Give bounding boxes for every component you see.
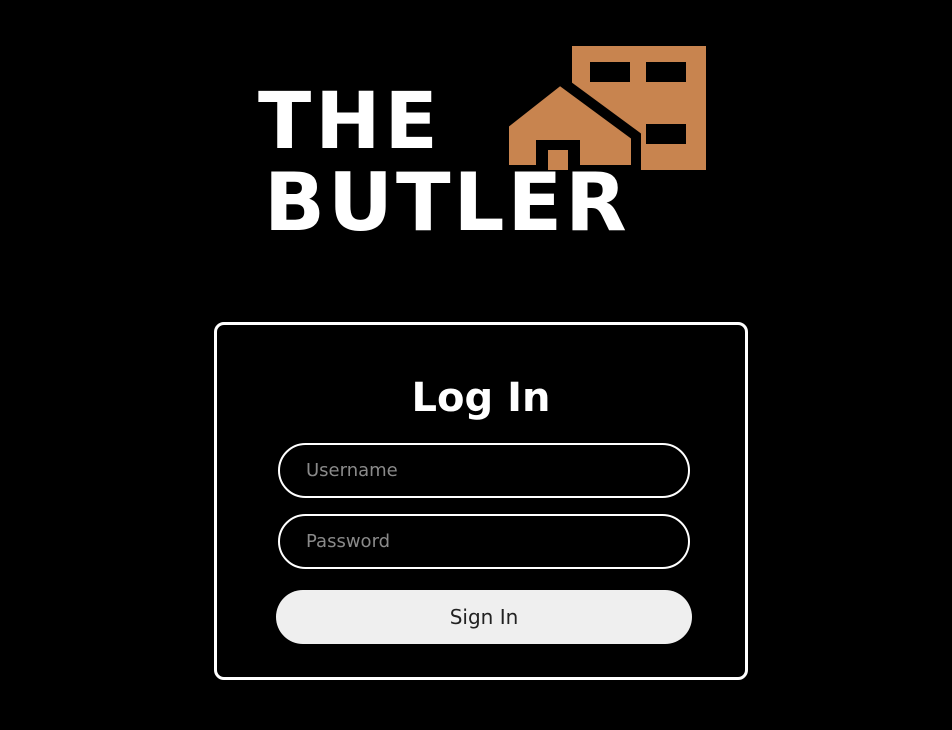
the-butler-logo: THE BUTLER (256, 44, 718, 234)
login-card: Log In Sign In (214, 322, 748, 680)
login-page: THE BUTLER Log In Sign In (0, 0, 952, 730)
house-building-icon (499, 46, 706, 175)
username-input[interactable] (278, 443, 690, 498)
password-input[interactable] (278, 514, 690, 569)
logo-line1: THE (258, 77, 442, 167)
sign-in-button[interactable]: Sign In (276, 590, 692, 644)
logo-line2: BUTLER (264, 156, 630, 234)
login-title: Log In (411, 375, 551, 421)
logo-graphic: THE BUTLER (258, 46, 706, 234)
